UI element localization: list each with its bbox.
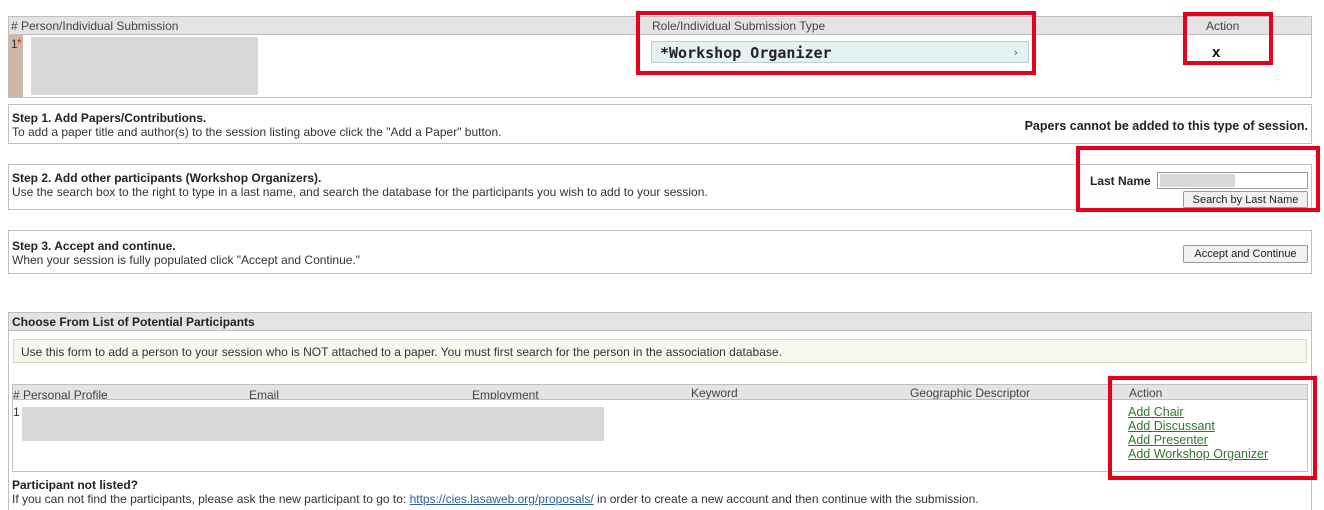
row-number-cell: 1 * [9, 35, 23, 97]
accept-and-continue-button[interactable]: Accept and Continue [1183, 245, 1308, 263]
participant-row-number: 1 [13, 405, 20, 419]
add-chair-link[interactable]: Add Chair [1128, 405, 1268, 419]
step3-description: When your session is fully populated cli… [12, 253, 361, 267]
col-profile-header: # Personal Profile [13, 388, 108, 400]
submission-table-header: # Person/Individual Submission Role/Indi… [9, 17, 1311, 35]
step2-title: Step 2. Add other participants (Workshop… [12, 171, 322, 185]
person-name-redacted [31, 37, 258, 95]
participants-table: # Personal Profile Email Employment Keyw… [12, 384, 1308, 472]
participants-info: Use this form to add a person to your se… [13, 339, 1307, 363]
add-workshop-organizer-link[interactable]: Add Workshop Organizer [1128, 447, 1268, 461]
step2-panel: Step 2. Add other participants (Workshop… [8, 164, 1312, 210]
participants-title: Choose From List of Potential Participan… [9, 313, 1311, 331]
remove-participant-button[interactable]: x [1212, 44, 1220, 61]
not-listed-text-after: in order to create a new account and the… [593, 492, 979, 506]
not-listed-title: Participant not listed? [12, 478, 139, 492]
last-name-input-redacted [1160, 174, 1235, 187]
col-action-header: Action [1129, 386, 1163, 400]
step1-title: Step 1. Add Papers/Contributions. [12, 111, 207, 125]
role-select-value: *Workshop Organizer [660, 44, 832, 62]
search-by-last-name-button[interactable]: Search by Last Name [1183, 191, 1308, 208]
step1-description: To add a paper title and author(s) to th… [12, 125, 502, 139]
col-person-header: # Person/Individual Submission [11, 19, 179, 33]
last-name-input[interactable] [1157, 172, 1308, 189]
submission-table: # Person/Individual Submission Role/Indi… [8, 16, 1312, 98]
step3-panel: Step 3. Accept and continue. When your s… [8, 230, 1312, 274]
col-email-header: Email [249, 388, 280, 400]
participants-table-header: # Personal Profile Email Employment Keyw… [13, 385, 1307, 400]
add-presenter-link[interactable]: Add Presenter [1128, 433, 1268, 447]
add-discussant-link[interactable]: Add Discussant [1128, 419, 1268, 433]
step1-panel: Step 1. Add Papers/Contributions. To add… [8, 104, 1312, 144]
participants-panel: Choose From List of Potential Participan… [8, 312, 1312, 510]
not-listed-description: If you can not find the participants, pl… [12, 492, 979, 506]
role-select[interactable]: *Workshop Organizer › [651, 41, 1029, 63]
participant-profile-redacted [22, 407, 604, 441]
last-name-label: Last Name [1090, 174, 1151, 188]
chevron-right-icon: › [1013, 46, 1018, 59]
not-listed-text-before: If you can not find the participants, pl… [12, 492, 410, 506]
col-geo-header: Geographic Descriptor [910, 386, 1031, 400]
col-action-header: Action [1206, 19, 1240, 33]
col-employment-header: Employment [472, 388, 539, 400]
participant-actions: Add Chair Add Discussant Add Presenter A… [1128, 405, 1268, 461]
col-role-header: Role/Individual Submission Type [652, 19, 826, 33]
proposals-link[interactable]: https://cies.lasaweb.org/proposals/ [410, 492, 594, 506]
step1-notice: Papers cannot be added to this type of s… [1024, 119, 1308, 133]
required-mark: * [17, 36, 22, 50]
step3-title: Step 3. Accept and continue. [12, 239, 176, 253]
col-keyword-header: Keyword [691, 386, 738, 400]
step2-description: Use the search box to the right to type … [12, 185, 708, 199]
